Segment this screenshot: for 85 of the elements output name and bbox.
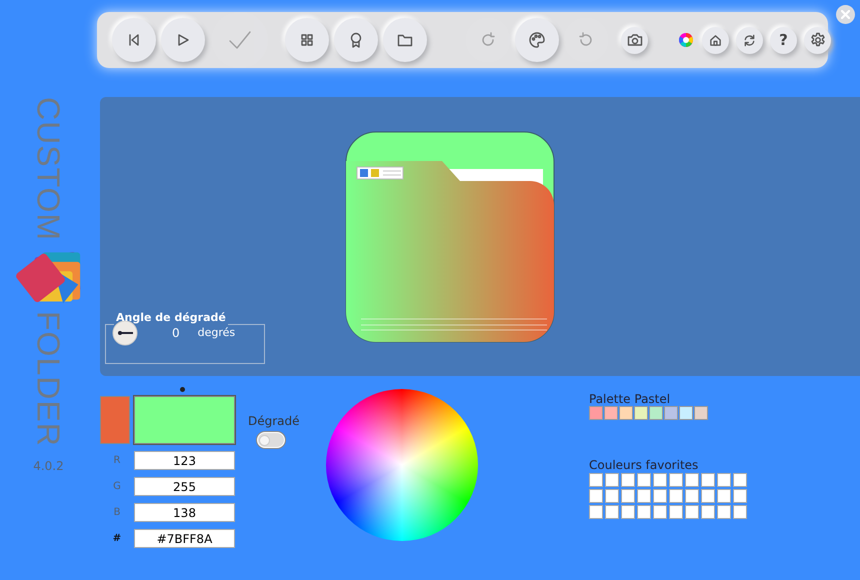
favorite-swatch[interactable] [685, 488, 699, 503]
favorite-swatch[interactable] [701, 472, 715, 487]
favorite-swatch[interactable] [717, 488, 731, 503]
favorite-swatch[interactable] [637, 472, 651, 487]
color-value-field[interactable]: 138 [134, 503, 235, 522]
palette-swatch[interactable] [649, 406, 663, 420]
undo-icon [578, 32, 594, 48]
palette-swatch[interactable] [589, 406, 603, 420]
color-value-field[interactable]: 123 [134, 451, 235, 470]
favorite-swatch[interactable] [733, 488, 747, 503]
favorite-swatch[interactable] [621, 488, 635, 503]
refresh-icon [743, 34, 756, 46]
app-title: FOLDER [32, 311, 64, 447]
help-button[interactable]: ? [770, 26, 797, 54]
app-title: CUSTOM [32, 97, 64, 242]
favorite-swatch[interactable] [685, 504, 699, 519]
color-value-field[interactable]: 255 [134, 477, 235, 496]
favorites-title: Couleurs favorites [589, 458, 700, 473]
palette-swatch[interactable] [664, 406, 678, 420]
angle-value: 0 [172, 325, 180, 342]
primary-color-swatch[interactable] [134, 396, 235, 444]
home-button[interactable] [702, 26, 729, 54]
palette-button[interactable] [515, 18, 559, 62]
favorite-swatch[interactable] [653, 504, 667, 519]
favorite-swatch[interactable] [653, 488, 667, 503]
camera-icon [626, 33, 642, 47]
palette-title: Palette Pastel [589, 392, 672, 406]
color-button[interactable] [677, 31, 695, 49]
close-button[interactable] [836, 5, 855, 24]
close-icon [841, 10, 850, 19]
version-text: 4.0.2 [33, 458, 64, 475]
settings-icon [810, 32, 826, 48]
refresh-button[interactable] [736, 26, 763, 54]
favorite-swatch[interactable] [589, 472, 603, 487]
palette-swatch[interactable] [604, 406, 618, 420]
palette-swatch[interactable] [634, 406, 648, 420]
angle-unit: degrés [198, 324, 236, 341]
favorite-swatch[interactable] [733, 472, 747, 487]
favorite-swatch[interactable] [685, 472, 699, 487]
angle-group-title: Angle de dégradé [115, 312, 227, 323]
folder-button[interactable] [383, 18, 427, 62]
favorite-swatch[interactable] [605, 504, 619, 519]
favorite-swatch[interactable] [701, 504, 715, 519]
award-button[interactable] [334, 18, 378, 62]
palette-icon [528, 31, 546, 49]
grid-icon [300, 33, 314, 47]
home-icon [709, 34, 722, 46]
field-label: G [112, 480, 122, 494]
screenshot-button[interactable] [621, 26, 648, 54]
field-label: R [112, 454, 122, 468]
favorite-swatch[interactable] [637, 504, 651, 519]
palette-swatch[interactable] [619, 406, 633, 420]
favorite-swatch[interactable] [653, 472, 667, 487]
palette-swatch[interactable] [679, 406, 693, 420]
favorite-swatch[interactable] [589, 504, 603, 519]
favorite-swatch[interactable] [717, 472, 731, 487]
favorite-swatch[interactable] [669, 472, 683, 487]
favorite-swatch[interactable] [637, 488, 651, 503]
grid-button[interactable] [285, 18, 329, 62]
play-icon [176, 33, 190, 47]
redo-icon [480, 32, 496, 48]
color-wheel-icon [678, 32, 694, 48]
favorite-swatch[interactable] [621, 472, 635, 487]
palette-swatch[interactable] [694, 406, 708, 420]
field-label: # [112, 532, 122, 546]
favorite-swatch[interactable] [621, 504, 635, 519]
favorite-swatch[interactable] [701, 488, 715, 503]
favorite-swatch[interactable] [669, 504, 683, 519]
play-button[interactable] [161, 18, 205, 62]
favorite-swatch[interactable] [669, 488, 683, 503]
settings-button[interactable] [804, 26, 831, 54]
folder-icon [397, 33, 413, 47]
gradient-toggle[interactable] [257, 432, 285, 448]
gradient-label: Dégradé [248, 413, 301, 430]
previous-icon [127, 33, 141, 47]
favorite-swatch[interactable] [605, 488, 619, 503]
favorite-swatch[interactable] [605, 472, 619, 487]
color-value-field[interactable]: #7BFF8A [134, 529, 235, 548]
award-icon [349, 32, 363, 48]
favorite-swatch[interactable] [733, 504, 747, 519]
favorite-swatch[interactable] [589, 488, 603, 503]
field-label: B [112, 506, 122, 520]
previous-button[interactable] [112, 18, 156, 62]
secondary-color-swatch[interactable] [100, 396, 130, 444]
favorite-swatch[interactable] [717, 504, 731, 519]
